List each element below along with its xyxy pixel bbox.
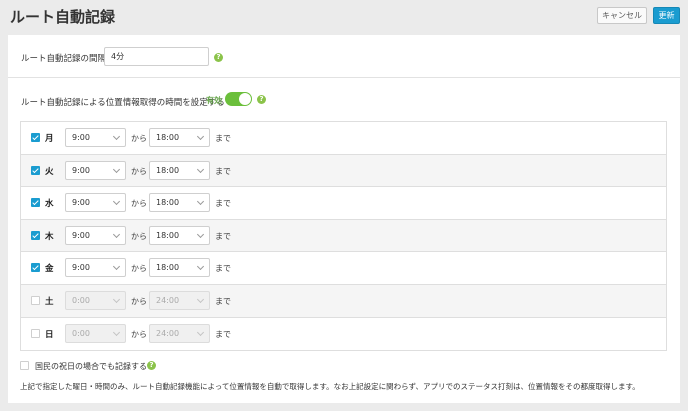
day-checkbox[interactable]: [31, 230, 40, 240]
start-time-value: 9:00: [72, 230, 90, 240]
end-time-select: 24:00: [149, 290, 210, 310]
holiday-label: 国民の祝日の場合でも記録する: [35, 362, 147, 371]
chevron-down-icon: [112, 328, 121, 336]
day-label: 土: [45, 296, 54, 307]
from-word: から: [131, 166, 147, 176]
start-time-select: 0:00: [65, 290, 126, 310]
chevron-down-icon: [196, 263, 205, 271]
schedule-row: 土 0:00 から 24:00 まで: [21, 284, 666, 318]
day-checkbox[interactable]: [31, 328, 40, 338]
chevron-down-icon: [112, 263, 121, 271]
update-button[interactable]: 更新: [653, 7, 680, 24]
chevron-down-icon: [112, 132, 121, 141]
to-word: まで: [215, 231, 231, 241]
start-time-value: 9:00: [72, 133, 90, 142]
from-word: から: [131, 134, 147, 143]
end-time-value: 18:00: [156, 198, 180, 208]
chevron-down-icon: [112, 198, 121, 206]
cancel-button[interactable]: キャンセル: [597, 7, 647, 24]
page-title: ルート自動記録: [10, 8, 116, 26]
end-time-value: 18:00: [156, 263, 180, 273]
enable-toggle[interactable]: [225, 92, 252, 106]
to-word: まで: [215, 329, 231, 339]
end-time-select[interactable]: 18:00: [149, 160, 210, 180]
from-word: から: [131, 264, 147, 274]
chevron-down-icon: [196, 198, 205, 206]
start-time-select[interactable]: 9:00: [65, 128, 126, 147]
help-icon[interactable]: ?: [257, 95, 266, 104]
start-time-value: 9:00: [72, 165, 90, 175]
day-checkbox[interactable]: [31, 295, 40, 305]
to-word: まで: [215, 296, 231, 306]
end-time-value: 18:00: [156, 230, 180, 240]
to-word: まで: [215, 166, 231, 176]
interval-section: ルート自動記録の間隔 4分 ?: [8, 35, 680, 78]
chevron-down-icon: [196, 328, 205, 336]
schedule-row: 木 9:00 から 18:00 まで: [21, 219, 666, 253]
note-text: 上記で指定した曜日・時間のみ、ルート自動記録機能によって位置情報を自動で取得しま…: [20, 382, 640, 391]
schedule-row: 月 9:00 から 18:00 まで: [21, 122, 666, 155]
start-time-select: 0:00: [65, 323, 126, 343]
end-time-select[interactable]: 18:00: [149, 258, 210, 278]
holiday-checkbox[interactable]: [20, 361, 29, 370]
from-word: から: [131, 329, 147, 339]
schedule-table: 月 9:00 から 18:00 まで火 9:00 から 18:00 まで水 9:00 から 18:00…: [20, 121, 667, 352]
day-label: 月: [45, 134, 54, 144]
start-time-select[interactable]: 9:00: [65, 160, 126, 180]
chevron-down-icon: [196, 295, 205, 304]
day-label: 日: [45, 329, 54, 340]
end-time-select[interactable]: 18:00: [149, 225, 210, 245]
day-label: 金: [45, 264, 54, 275]
toggle-state-label: 有効: [206, 96, 222, 105]
help-icon[interactable]: ?: [147, 361, 156, 370]
from-word: から: [131, 296, 147, 306]
time-setting-label: ルート自動記録による位置情報取得の時間を設定する: [21, 98, 225, 108]
start-time-value: 0:00: [72, 328, 90, 338]
day-label: 火: [45, 166, 54, 177]
to-word: まで: [215, 264, 231, 274]
end-time-value: 18:00: [156, 133, 180, 142]
interval-input[interactable]: 4分: [104, 47, 209, 66]
settings-panel: ルート自動記録の間隔 4分 ? ルート自動記録による位置情報取得の時間を設定する…: [8, 35, 680, 403]
day-label: 水: [45, 199, 54, 210]
end-time-value: 24:00: [156, 328, 180, 338]
end-time-value: 24:00: [156, 295, 180, 305]
to-word: まで: [215, 199, 231, 209]
end-time-value: 18:00: [156, 165, 180, 175]
start-time-select[interactable]: 9:00: [65, 258, 126, 278]
help-icon[interactable]: ?: [214, 53, 223, 62]
day-label: 木: [45, 231, 54, 242]
from-word: から: [131, 231, 147, 241]
schedule-row: 日 0:00 から 24:00 まで: [21, 318, 666, 351]
page-header: ルート自動記録 キャンセル 更新: [0, 0, 688, 34]
end-time-select: 24:00: [149, 323, 210, 343]
chevron-down-icon: [196, 165, 205, 173]
chevron-down-icon: [112, 295, 121, 304]
start-time-value: 0:00: [72, 295, 90, 305]
chevron-down-icon: [112, 230, 121, 238]
start-time-value: 9:00: [72, 263, 90, 273]
from-word: から: [131, 199, 147, 209]
start-time-value: 9:00: [72, 198, 90, 208]
chevron-down-icon: [112, 165, 121, 173]
end-time-select[interactable]: 18:00: [149, 128, 210, 147]
schedule-row: 金 9:00 から 18:00 まで: [21, 252, 666, 285]
chevron-down-icon: [196, 230, 205, 238]
schedule-row: 水 9:00 から 18:00 まで: [21, 187, 666, 220]
day-checkbox[interactable]: [31, 198, 40, 208]
start-time-select[interactable]: 9:00: [65, 225, 126, 245]
toggle-knob: [239, 93, 251, 105]
chevron-down-icon: [196, 132, 205, 141]
day-checkbox[interactable]: [31, 165, 40, 175]
to-word: まで: [215, 134, 231, 143]
start-time-select[interactable]: 9:00: [65, 193, 126, 213]
day-checkbox[interactable]: [31, 263, 40, 273]
day-checkbox[interactable]: [31, 133, 40, 142]
interval-label: ルート自動記録の間隔: [21, 54, 107, 64]
end-time-select[interactable]: 18:00: [149, 193, 210, 213]
schedule-row: 火 9:00 から 18:00 まで: [21, 154, 666, 188]
